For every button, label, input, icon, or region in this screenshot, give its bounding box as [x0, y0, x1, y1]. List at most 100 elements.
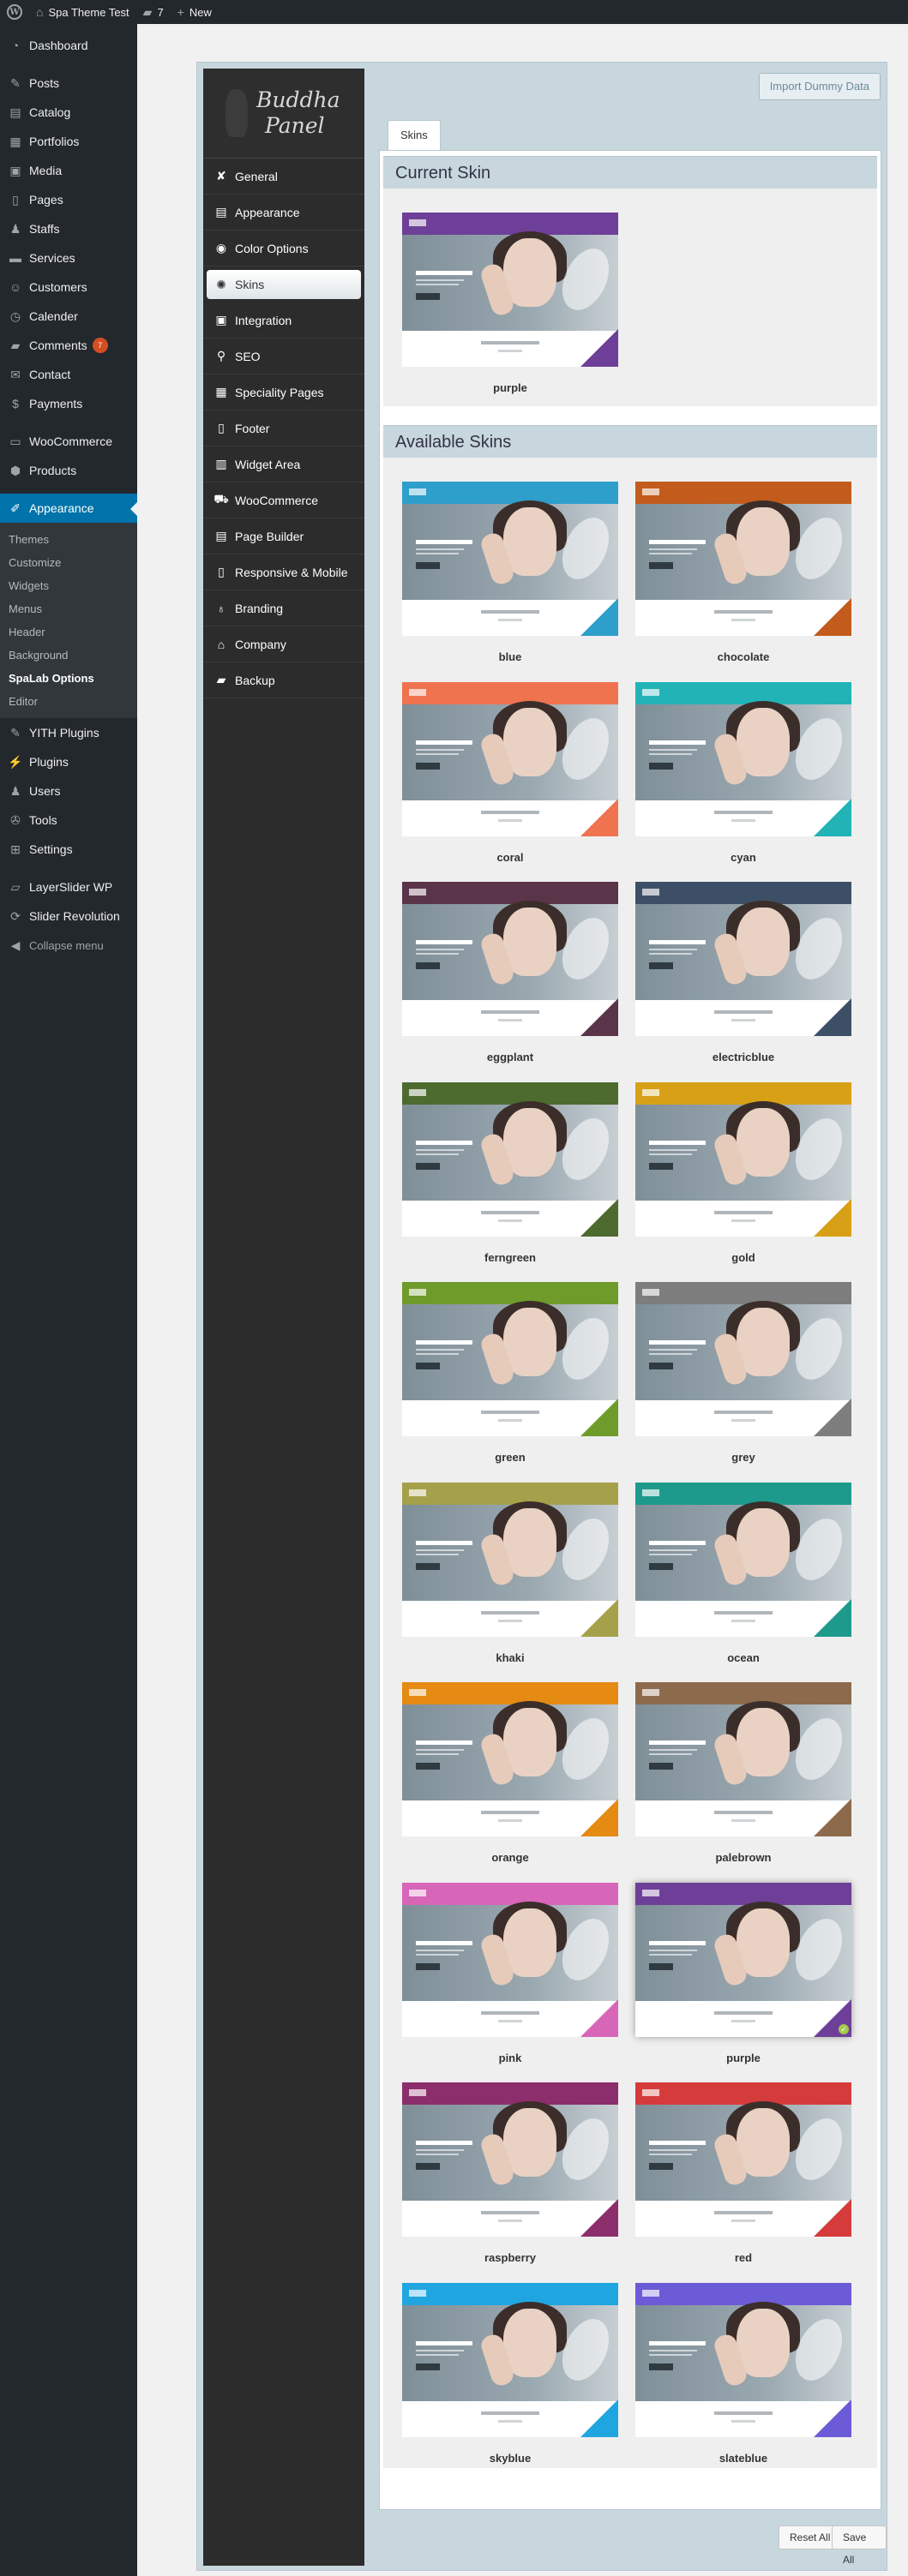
- panel-nav-backup[interactable]: ▰ Backup: [203, 662, 364, 698]
- skin-card-purple[interactable]: purple: [402, 213, 618, 394]
- wordpress-logo[interactable]: W: [0, 0, 29, 24]
- integration-icon: ▣: [215, 313, 227, 326]
- panel-nav-color-options[interactable]: ◉ Color Options: [203, 231, 364, 267]
- menu-portfolios[interactable]: ▦ Portfolios: [0, 127, 137, 156]
- menu-label: LayerSlider WP: [29, 880, 113, 894]
- submenu-menus[interactable]: Menus: [0, 597, 137, 620]
- menu-posts[interactable]: ✎ Posts: [0, 69, 137, 98]
- menu-contact[interactable]: ✉ Contact: [0, 360, 137, 389]
- panel-nav-appearance[interactable]: ▤ Appearance: [203, 195, 364, 231]
- menu-pages[interactable]: ▯ Pages: [0, 185, 137, 214]
- skin-card-grey[interactable]: grey: [635, 1282, 851, 1464]
- skin-card-red[interactable]: red: [635, 2082, 851, 2264]
- skin-preview-image[interactable]: [402, 1682, 618, 1836]
- skin-card-pink[interactable]: pink: [402, 1882, 618, 2064]
- menu-appearance[interactable]: ✐ Appearance: [0, 494, 137, 523]
- skin-card-orange[interactable]: orange: [402, 1682, 618, 1864]
- menu-payments[interactable]: $ Payments: [0, 389, 137, 418]
- menu-calender[interactable]: ◷ Calender: [0, 302, 137, 331]
- skin-card-chocolate[interactable]: chocolate: [635, 482, 851, 663]
- menu-comments[interactable]: ▰ Comments 7: [0, 331, 137, 360]
- new-content-link[interactable]: + New: [171, 0, 219, 24]
- menu-services[interactable]: ▬ Services: [0, 243, 137, 273]
- skin-preview-image[interactable]: [402, 1882, 618, 2037]
- skin-preview-image[interactable]: [635, 882, 851, 1036]
- skin-preview-image[interactable]: [402, 1081, 618, 1237]
- skin-card-cyan[interactable]: cyan: [635, 681, 851, 864]
- menu-plugins[interactable]: ⚡ Plugins: [0, 747, 137, 776]
- submenu-header[interactable]: Header: [0, 620, 137, 644]
- panel-nav-footer[interactable]: ▯ Footer: [203, 410, 364, 446]
- skin-card-palebrown[interactable]: palebrown: [635, 1682, 851, 1864]
- skin-preview-image[interactable]: [402, 2282, 618, 2437]
- menu-tools[interactable]: ✇ Tools: [0, 806, 137, 835]
- skin-card-raspberry[interactable]: raspberry: [402, 2082, 618, 2264]
- skin-preview-image[interactable]: [635, 1282, 851, 1436]
- skin-card-ferngreen[interactable]: ferngreen: [402, 1081, 618, 1264]
- skin-card-coral[interactable]: coral: [402, 681, 618, 864]
- skin-preview-image[interactable]: [635, 681, 851, 836]
- panel-nav-woocommerce[interactable]: ⛟ WooCommerce: [203, 482, 364, 518]
- menu-staffs[interactable]: ♟ Staffs: [0, 214, 137, 243]
- skin-card-gold[interactable]: gold: [635, 1081, 851, 1264]
- skin-card-purple[interactable]: ✓ purple: [635, 1882, 851, 2064]
- menu-users[interactable]: ♟ Users: [0, 776, 137, 806]
- panel-nav-general[interactable]: ✘ General: [203, 159, 364, 195]
- menu-customers[interactable]: ☺ Customers: [0, 273, 137, 302]
- skin-preview-image[interactable]: [402, 482, 618, 636]
- appearance-icon: ▤: [215, 205, 227, 219]
- panel-nav-branding[interactable]: ♁ Branding: [203, 590, 364, 626]
- submenu-editor[interactable]: Editor: [0, 690, 137, 713]
- menu-media[interactable]: ▣ Media: [0, 156, 137, 185]
- skin-card-skyblue[interactable]: skyblue: [402, 2282, 618, 2465]
- tab-skins[interactable]: Skins: [388, 120, 441, 151]
- submenu-themes[interactable]: Themes: [0, 528, 137, 551]
- save-all-button[interactable]: Save All: [832, 2525, 887, 2566]
- skin-preview-image[interactable]: [402, 1482, 618, 1637]
- panel-nav-company[interactable]: ⌂ Company: [203, 626, 364, 662]
- skin-card-green[interactable]: green: [402, 1282, 618, 1464]
- submenu-spalab-options[interactable]: SpaLab Options: [0, 667, 137, 690]
- comments-link[interactable]: ▰ 7: [136, 0, 171, 24]
- menu-woocommerce[interactable]: ▭ WooCommerce: [0, 427, 137, 456]
- skin-card-khaki[interactable]: khaki: [402, 1482, 618, 1664]
- menu-dashboard[interactable]: ◔ Dashboard: [0, 31, 137, 60]
- menu-catalog[interactable]: ▤ Catalog: [0, 98, 137, 127]
- skin-card-ocean[interactable]: ocean: [635, 1482, 851, 1664]
- skin-preview-image[interactable]: [635, 1081, 851, 1237]
- menu-products[interactable]: ⬢ Products: [0, 456, 137, 485]
- menu-slider-revolution[interactable]: ⟳ Slider Revolution: [0, 902, 137, 931]
- submenu-widgets[interactable]: Widgets: [0, 574, 137, 597]
- skin-preview-image[interactable]: [635, 2082, 851, 2237]
- skin-preview-image[interactable]: [402, 2082, 618, 2237]
- panel-nav-page-builder[interactable]: ▤ Page Builder: [203, 518, 364, 554]
- skin-preview-image[interactable]: [402, 681, 618, 836]
- submenu-customize[interactable]: Customize: [0, 551, 137, 574]
- skin-preview-image[interactable]: [402, 213, 618, 367]
- menu-yith-plugins[interactable]: ✎ YITH Plugins: [0, 718, 137, 747]
- skin-preview-image[interactable]: [635, 1482, 851, 1637]
- panel-nav-widget-area[interactable]: ▥ Widget Area: [203, 446, 364, 482]
- submenu-background[interactable]: Background: [0, 644, 137, 667]
- skin-preview-image[interactable]: ✓: [635, 1882, 851, 2037]
- panel-nav-responsive-mobile[interactable]: ▯ Responsive & Mobile: [203, 554, 364, 590]
- skin-preview-image[interactable]: [402, 882, 618, 1036]
- panel-nav-integration[interactable]: ▣ Integration: [203, 303, 364, 338]
- panel-nav-skins[interactable]: ✺ Skins: [207, 270, 361, 299]
- skin-card-slateblue[interactable]: slateblue: [635, 2282, 851, 2465]
- panel-nav-seo[interactable]: ⚲ SEO: [203, 338, 364, 374]
- menu-layerslider[interactable]: ▱ LayerSlider WP: [0, 872, 137, 902]
- panel-nav-speciality-pages[interactable]: ▦ Speciality Pages: [203, 374, 364, 410]
- menu-settings[interactable]: ⊞ Settings: [0, 835, 137, 864]
- skin-card-electricblue[interactable]: electricblue: [635, 882, 851, 1063]
- skin-preview-image[interactable]: [635, 2282, 851, 2437]
- skin-preview-image[interactable]: [635, 482, 851, 636]
- skin-preview-image[interactable]: [635, 1682, 851, 1836]
- import-dummy-data-button[interactable]: Import Dummy Data: [758, 73, 881, 100]
- menu-collapse[interactable]: ◀ Collapse menu: [0, 931, 137, 960]
- menu-label: Tools: [29, 813, 57, 827]
- site-name-link[interactable]: ⌂ Spa Theme Test: [29, 0, 136, 24]
- skin-preview-image[interactable]: [402, 1282, 618, 1436]
- skin-card-eggplant[interactable]: eggplant: [402, 882, 618, 1063]
- skin-card-blue[interactable]: blue: [402, 482, 618, 663]
